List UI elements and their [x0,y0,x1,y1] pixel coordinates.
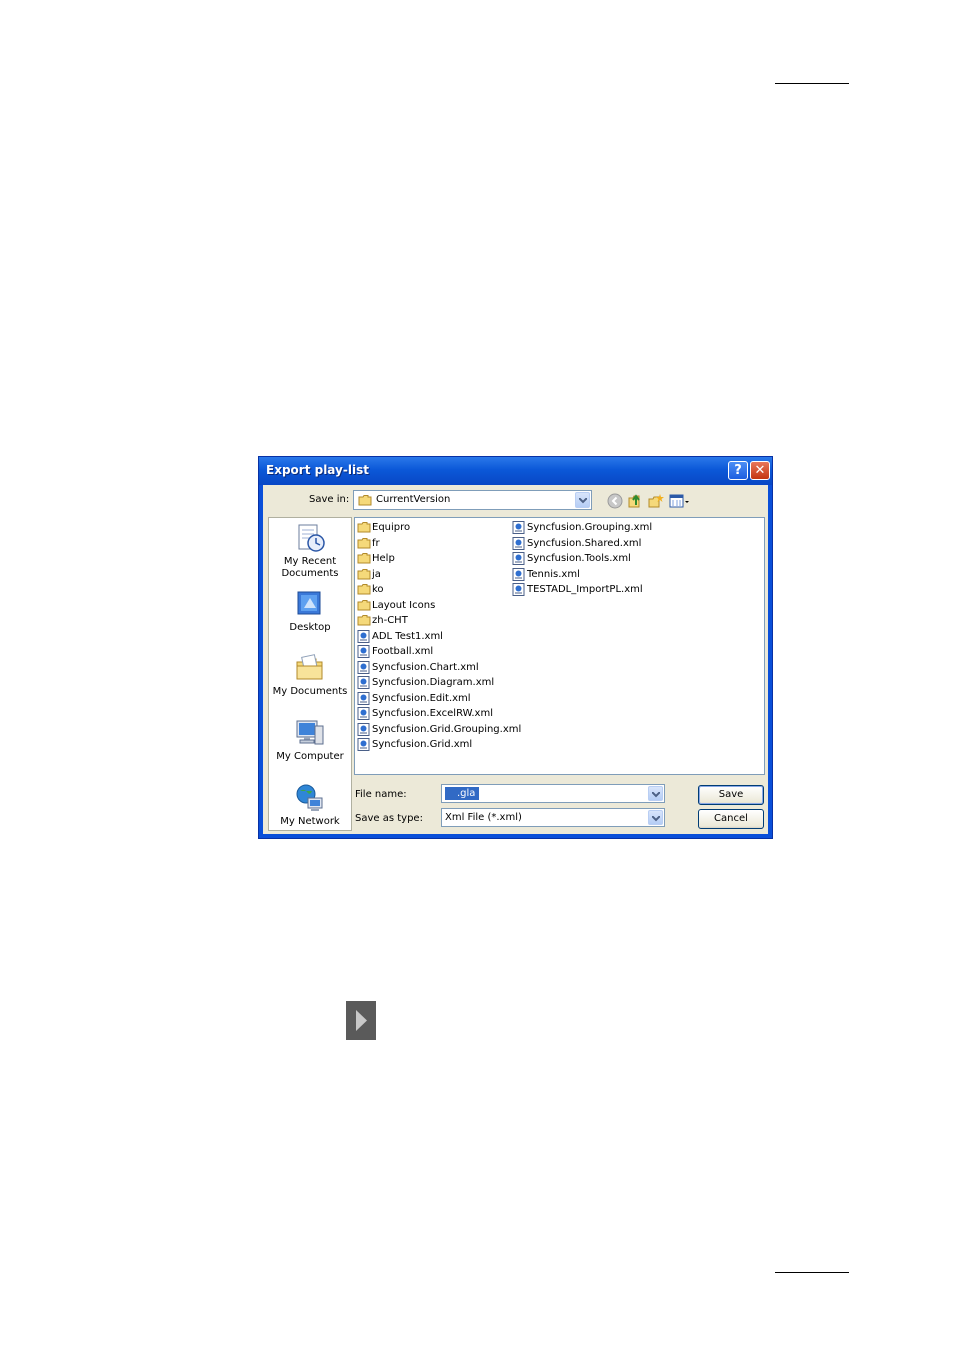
my-documents-icon [296,654,323,680]
file-name: Layout Icons [372,599,436,611]
xml-file-icon [512,552,525,565]
help-button[interactable]: ? [728,461,748,480]
file-name: fr [372,537,380,549]
file-name: ko [372,584,384,595]
my-computer-icon [296,720,324,745]
title-bar[interactable]: Export play-list ? ✕ [259,457,772,485]
dialog-body: Save in: CurrentVersion My Recent Docume… [263,485,768,834]
chevron-down-icon [652,792,660,798]
folder-icon [357,615,371,626]
file-name: Syncfusion.Chart.xml [372,661,479,673]
footer-rule [775,1272,849,1273]
save-in-value: CurrentVersion [376,494,451,505]
place-my-recent-documents[interactable]: My Recent Documents [269,522,351,580]
xml-file-icon [512,521,525,534]
recent-documents-icon [298,524,325,552]
desktop-icon [297,591,321,615]
file-name: Syncfusion.Tools.xml [527,553,631,564]
place-my-network[interactable]: My Network [269,782,351,828]
play-arrow-icon [346,1001,376,1040]
export-playlist-dialog: Export play-list ? ✕ Save in: CurrentVer… [258,456,773,839]
file-name: ADL Test1.xml [372,630,443,642]
xml-file-icon [357,629,370,643]
new-folder-icon[interactable] [648,493,664,509]
place-label: My Network [280,816,340,827]
file-list: Equipro fr Help ja ko Layout Icons zh-CH… [354,517,765,775]
file-name-value: .gla [445,787,480,800]
folder-icon [357,568,371,579]
place-my-computer[interactable]: My Computer [269,717,351,763]
place-label: My Documents [272,686,348,697]
save-as-type-select[interactable]: Xml File (*.xml) [441,808,665,827]
file-name: Syncfusion.Grouping.xml [527,522,653,533]
save-in-dropdown[interactable]: CurrentVersion [353,490,592,510]
file-name: TESTADL_ImportPL.xml [527,584,643,595]
folder-icon [358,495,372,506]
folder-icon [357,599,371,610]
folder-icon [357,553,371,564]
my-network-icon [296,784,323,811]
file-name: Syncfusion.Shared.xml [527,537,642,549]
place-desktop[interactable]: Desktop [269,588,351,634]
folder-icon [357,537,371,548]
file-name-dropdown-button[interactable] [648,786,663,801]
file-name: ja [372,568,381,580]
chevron-down-icon [579,498,587,504]
views-menu-icon[interactable] [669,493,691,509]
close-button[interactable]: ✕ [750,461,770,480]
save-as-type-dropdown-button[interactable] [648,810,663,825]
chevron-down-icon [652,816,660,822]
file-name: Syncfusion.Edit.xml [372,692,471,704]
file-name-label: File name: [355,789,407,800]
folder-icon [357,522,371,533]
place-label: My Recent Documents [281,556,339,579]
save-in-label: Save in: [309,494,350,505]
save-as-type-value: Xml File (*.xml) [445,812,522,823]
header-rule [775,83,849,84]
cancel-button[interactable]: Cancel [698,809,764,829]
dialog-title: Export play-list [266,463,369,477]
back-icon[interactable] [607,493,623,509]
save-in-dropdown-button[interactable] [575,492,590,508]
file-name: Syncfusion.Grid.Grouping.xml [372,723,522,735]
file-name-input[interactable]: .gla [441,784,665,803]
xml-file-icon [357,738,370,751]
xml-file-icon [357,722,370,736]
save-as-type-label: Save as type: [355,813,423,824]
xml-file-icon [357,707,370,720]
save-button[interactable]: Save [698,785,764,805]
xml-file-icon [357,691,370,705]
file-name: Football.xml [372,646,434,657]
file-name: Syncfusion.ExcelRW.xml [372,708,493,719]
place-my-documents[interactable]: My Documents [269,652,351,698]
xml-file-icon [357,676,370,689]
up-folder-icon[interactable] [627,493,643,509]
file-name: Equipro [372,522,411,533]
xml-file-icon [357,660,370,674]
xml-file-icon [512,567,525,581]
xml-file-icon [512,583,525,596]
file-name: zh-CHT [372,615,408,626]
folder-icon [357,584,371,595]
xml-file-icon [357,645,370,658]
file-name: Tennis.xml [527,568,580,580]
file-name: Syncfusion.Diagram.xml [372,677,495,688]
file-name: Syncfusion.Grid.xml [372,739,473,750]
file-name: Help [372,553,395,564]
place-label: My Computer [276,751,344,762]
place-label: Desktop [289,622,331,633]
xml-file-icon [512,536,525,550]
places-bar: My Recent Documents Desktop My Documents [268,517,352,831]
